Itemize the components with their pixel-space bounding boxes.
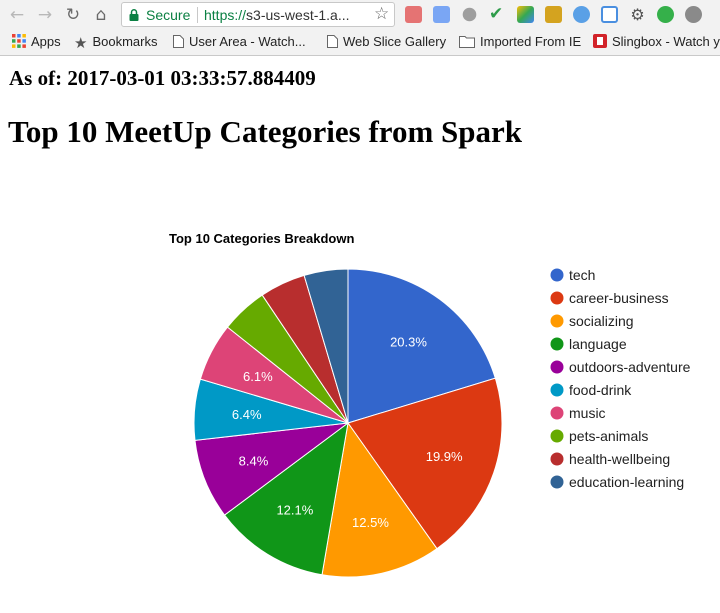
legend-swatch-pets-animals — [550, 429, 564, 443]
slice-label-socializing: 12.5% — [352, 515, 389, 530]
legend-label-health-wellbeing[interactable]: health-wellbeing — [569, 451, 670, 467]
legend-swatch-food-drink — [550, 383, 564, 397]
legend-label-pets-animals[interactable]: pets-animals — [569, 428, 648, 444]
legend-label-socializing[interactable]: socializing — [569, 313, 634, 329]
legend-label-outdoors-adventure[interactable]: outdoors-adventure — [569, 359, 691, 375]
legend-swatch-language — [550, 337, 564, 351]
slice-label-career-business: 19.9% — [426, 449, 463, 464]
legend-swatch-tech — [550, 268, 564, 282]
slice-label-language: 12.1% — [276, 503, 313, 518]
legend-swatch-outdoors-adventure — [550, 360, 564, 374]
legend-label-language[interactable]: language — [569, 336, 627, 352]
slice-label-outdoors-adventure: 8.4% — [239, 453, 269, 468]
pie-chart: Top 10 Categories Breakdown 20.3% 19.9% 12… — [169, 231, 691, 578]
legend-label-food-drink[interactable]: food-drink — [569, 382, 632, 398]
slice-label-food-drink: 6.4% — [232, 407, 262, 422]
legend-swatch-career-business — [550, 291, 564, 305]
chart-title: Top 10 Categories Breakdown — [169, 231, 354, 246]
legend-label-education-learning[interactable]: education-learning — [569, 474, 684, 490]
legend-swatch-education-learning — [550, 475, 564, 489]
slice-label-tech: 20.3% — [390, 334, 427, 349]
legend-label-career-business[interactable]: career-business — [569, 290, 669, 306]
legend-swatch-socializing — [550, 314, 564, 328]
legend-label-music[interactable]: music — [569, 405, 606, 421]
slice-label-music: 6.1% — [243, 369, 273, 384]
legend-swatch-health-wellbeing — [550, 452, 564, 466]
legend-swatch-music — [550, 406, 564, 420]
legend-label-tech[interactable]: tech — [569, 267, 595, 283]
